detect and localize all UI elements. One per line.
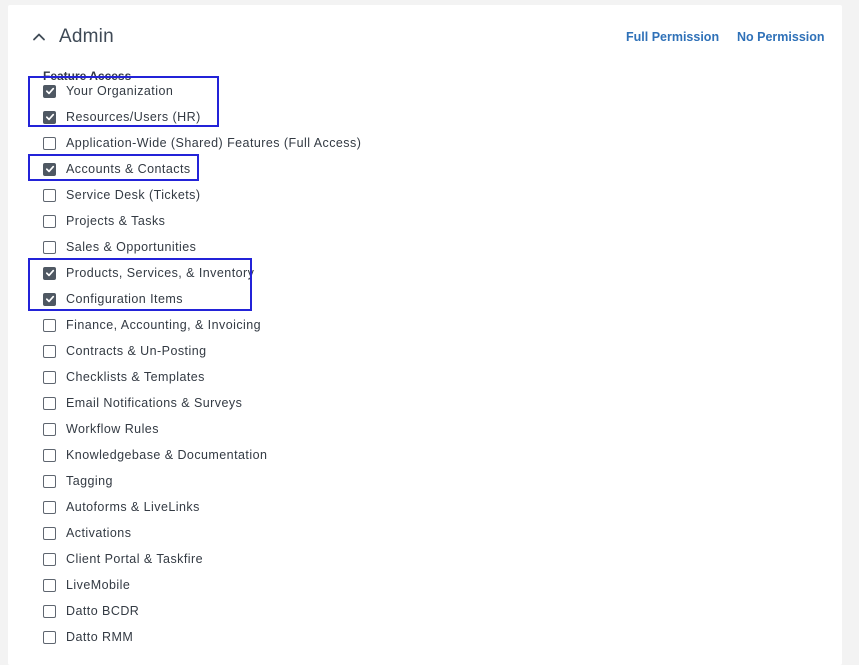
highlight-box xyxy=(28,258,252,311)
admin-permissions-panel: Admin Full Permission No Permission Feat… xyxy=(8,5,842,665)
chevron-up-icon[interactable] xyxy=(32,30,46,44)
feature-access-item-label: Activations xyxy=(66,526,132,540)
checkbox[interactable] xyxy=(43,344,56,358)
feature-access-item-label: Knowledgebase & Documentation xyxy=(66,448,268,462)
checkbox[interactable] xyxy=(43,214,56,228)
feature-access-item[interactable]: Datto RMM xyxy=(43,627,133,647)
feature-access-item-label: Contracts & Un-Posting xyxy=(66,344,207,358)
full-permission-link[interactable]: Full Permission xyxy=(626,30,719,44)
checkbox[interactable] xyxy=(43,188,56,202)
no-permission-link[interactable]: No Permission xyxy=(737,30,825,44)
feature-access-item[interactable]: Tagging xyxy=(43,471,113,491)
feature-access-item[interactable]: Datto BCDR xyxy=(43,601,139,621)
feature-access-item[interactable]: Service Desk (Tickets) xyxy=(43,185,200,205)
feature-access-item[interactable]: Autoforms & LiveLinks xyxy=(43,497,200,517)
feature-access-item-label: Tagging xyxy=(66,474,113,488)
feature-access-item[interactable]: Application-Wide (Shared) Features (Full… xyxy=(43,133,361,153)
feature-access-item-label: Projects & Tasks xyxy=(66,214,166,228)
feature-access-item[interactable]: Workflow Rules xyxy=(43,419,159,439)
feature-access-item[interactable]: Checklists & Templates xyxy=(43,367,205,387)
feature-access-item[interactable]: LiveMobile xyxy=(43,575,130,595)
feature-access-item[interactable]: Client Portal & Taskfire xyxy=(43,549,203,569)
checkbox[interactable] xyxy=(43,396,56,410)
checkbox[interactable] xyxy=(43,136,56,150)
feature-access-item-label: Sales & Opportunities xyxy=(66,240,197,254)
highlight-box xyxy=(28,154,199,181)
feature-access-item-label: Application-Wide (Shared) Features (Full… xyxy=(66,136,362,150)
checkbox[interactable] xyxy=(43,552,56,566)
feature-access-item-label: Checklists & Templates xyxy=(66,370,205,384)
checkbox[interactable] xyxy=(43,578,56,592)
checkbox[interactable] xyxy=(43,240,56,254)
checkbox[interactable] xyxy=(43,318,56,332)
feature-access-item[interactable]: Projects & Tasks xyxy=(43,211,165,231)
feature-access-item-label: Client Portal & Taskfire xyxy=(66,552,204,566)
checkbox[interactable] xyxy=(43,500,56,514)
feature-access-item-label: Autoforms & LiveLinks xyxy=(66,500,200,514)
checkbox[interactable] xyxy=(43,604,56,618)
highlight-box xyxy=(28,76,219,127)
feature-access-item-label: Email Notifications & Surveys xyxy=(66,396,243,410)
checkbox[interactable] xyxy=(43,448,56,462)
feature-access-item[interactable]: Contracts & Un-Posting xyxy=(43,341,207,361)
feature-access-item[interactable]: Activations xyxy=(43,523,131,543)
feature-access-item-label: Datto RMM xyxy=(66,630,134,644)
feature-access-item[interactable]: Finance, Accounting, & Invoicing xyxy=(43,315,261,335)
feature-access-item[interactable]: Knowledgebase & Documentation xyxy=(43,445,267,465)
feature-access-item-label: Finance, Accounting, & Invoicing xyxy=(66,318,262,332)
checkbox[interactable] xyxy=(43,630,56,644)
checkbox[interactable] xyxy=(43,370,56,384)
feature-access-item-label: Datto BCDR xyxy=(66,604,140,618)
checkbox[interactable] xyxy=(43,474,56,488)
feature-access-item[interactable]: Sales & Opportunities xyxy=(43,237,196,257)
feature-access-item-label: Service Desk (Tickets) xyxy=(66,188,201,202)
section-title: Admin xyxy=(59,26,114,47)
checkbox[interactable] xyxy=(43,526,56,540)
feature-access-item[interactable]: Email Notifications & Surveys xyxy=(43,393,242,413)
checkbox[interactable] xyxy=(43,422,56,436)
feature-access-item-label: LiveMobile xyxy=(66,578,131,592)
feature-access-item-label: Workflow Rules xyxy=(66,422,159,436)
